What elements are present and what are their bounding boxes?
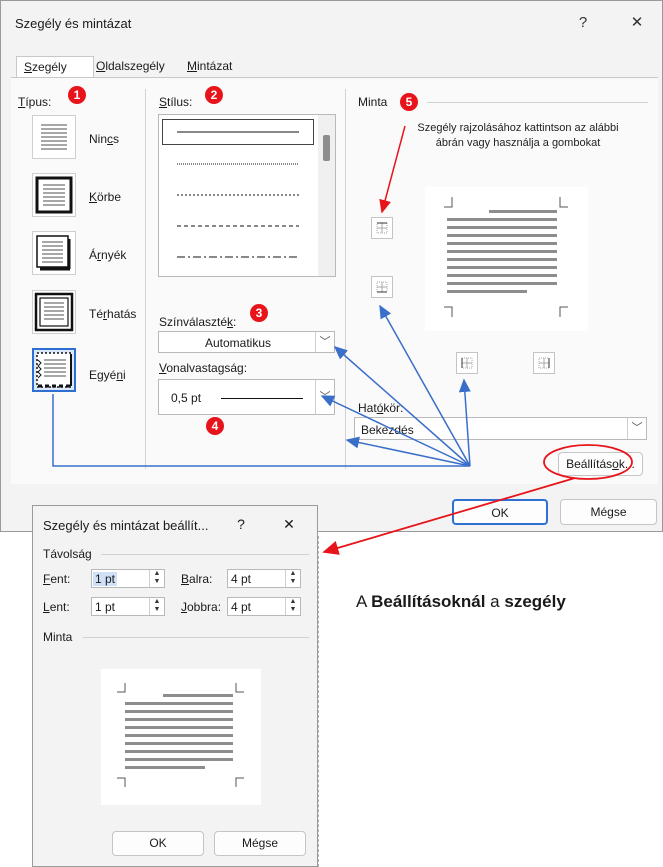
cancel-button[interactable]: Mégse (560, 499, 657, 525)
type-box-label[interactable]: Körbe (89, 190, 121, 204)
top-label: Fent: (43, 572, 71, 586)
bottom-border-button[interactable] (371, 276, 393, 298)
width-label: Vonalvastagság: (159, 361, 248, 375)
left-value[interactable]: 4 pt (231, 572, 251, 586)
right-spinner[interactable]: 4 pt ▲ ▼ (227, 597, 301, 616)
spin-arrows-icon[interactable]: ▲ ▼ (285, 570, 300, 587)
type-shadow-label[interactable]: Árnyék (89, 248, 126, 262)
close-button[interactable]: ✕ (622, 11, 652, 35)
dashed-guide (318, 536, 319, 867)
left-label: Balra: (181, 572, 213, 586)
tab-shading[interactable]: Mintázat (180, 56, 239, 77)
type-3d-label[interactable]: Térhatás (89, 307, 136, 321)
options-preview-label: Minta (43, 630, 73, 644)
column-divider (145, 89, 146, 469)
help-button[interactable]: ? (568, 11, 598, 35)
bottom-spinner[interactable]: 1 pt ▲ ▼ (91, 597, 165, 616)
style-list[interactable] (158, 114, 336, 277)
type-label: Típus: (18, 95, 52, 109)
preview-hint: Szegély rajzolásához kattintson az alább… (417, 122, 619, 149)
options-help-button[interactable]: ? (229, 516, 253, 532)
type-box-icon[interactable] (32, 173, 76, 217)
column-divider (345, 89, 346, 469)
distance-label: Távolság (43, 547, 92, 561)
badge-1: 1 (68, 86, 86, 104)
type-shadow-icon[interactable] (32, 231, 76, 275)
right-label: Jobbra: (181, 600, 222, 614)
spin-arrows-icon[interactable]: ▲ ▼ (149, 598, 164, 615)
options-ok-button[interactable]: OK (112, 831, 204, 856)
width-value: 0,5 pt (171, 391, 202, 405)
badge-3: 3 (250, 304, 268, 322)
color-dropdown[interactable]: Automatikus ﹀ (158, 331, 335, 353)
tab-borders[interactable]: Szegély (16, 56, 94, 79)
options-close-button[interactable]: ✕ (277, 516, 301, 533)
color-value: Automatikus (204, 336, 272, 350)
scope-dropdown[interactable]: Bekezdés ﹀ (354, 417, 647, 440)
style-label: Stílus: (159, 95, 193, 109)
type-none-label[interactable]: Nincs (89, 132, 119, 146)
chevron-down-icon[interactable]: ﹀ (315, 380, 334, 414)
left-spinner[interactable]: 4 pt ▲ ▼ (227, 569, 301, 588)
top-border-button[interactable] (371, 217, 393, 239)
spin-arrows-icon[interactable]: ▲ ▼ (149, 570, 164, 587)
top-spinner[interactable]: 1 pt ▲ ▼ (91, 569, 165, 588)
scope-label: Hatókör: (358, 401, 404, 415)
border-shading-dialog: Szegély és mintázat ? ✕ Szegély Oldalsze… (0, 0, 663, 532)
badge-4: 4 (206, 417, 224, 435)
options-border-preview (101, 669, 261, 805)
options-cancel-button[interactable]: Mégse (214, 831, 306, 856)
preview-label: Minta (358, 95, 388, 109)
caption-text: A Beállításoknál a szegély (356, 592, 566, 611)
type-none-icon[interactable] (32, 115, 76, 159)
preview-rule (427, 102, 648, 103)
right-value[interactable]: 4 pt (231, 600, 251, 614)
color-label: Színválaszték: (159, 315, 237, 329)
badge-2: 2 (205, 86, 223, 104)
border-preview[interactable] (425, 187, 588, 331)
tab-page-border[interactable]: Oldalszegély (89, 56, 172, 77)
chevron-down-icon[interactable]: ﹀ (315, 332, 334, 352)
options-button[interactable]: Beállítások... (558, 452, 643, 476)
type-custom-icon[interactable] (32, 348, 76, 392)
bottom-label: Lent: (43, 600, 70, 614)
right-border-button[interactable] (533, 352, 555, 374)
dialog-title: Szegély és mintázat (15, 16, 132, 31)
width-line-sample (221, 398, 303, 399)
width-dropdown[interactable]: 0,5 pt ﹀ (158, 379, 335, 415)
options-dialog-title: Szegély és mintázat beállít... (43, 518, 209, 533)
chevron-down-icon[interactable]: ﹀ (627, 418, 646, 439)
border-options-dialog: Szegély és mintázat beállít... ? ✕ Távol… (32, 505, 318, 867)
style-scrollbar[interactable] (318, 115, 335, 276)
bottom-value[interactable]: 1 pt (95, 600, 115, 614)
style-scroll-thumb[interactable] (323, 135, 330, 161)
top-value[interactable]: 1 pt (93, 572, 118, 586)
options-preview-rule (83, 637, 309, 638)
distance-rule (101, 554, 309, 555)
scope-value: Bekezdés (361, 423, 414, 437)
type-3d-icon[interactable] (32, 290, 76, 334)
left-border-button[interactable] (456, 352, 478, 374)
ok-button[interactable]: OK (452, 499, 548, 525)
badge-5: 5 (400, 93, 418, 111)
spin-arrows-icon[interactable]: ▲ ▼ (285, 598, 300, 615)
type-custom-label[interactable]: Egyéni (89, 368, 126, 382)
